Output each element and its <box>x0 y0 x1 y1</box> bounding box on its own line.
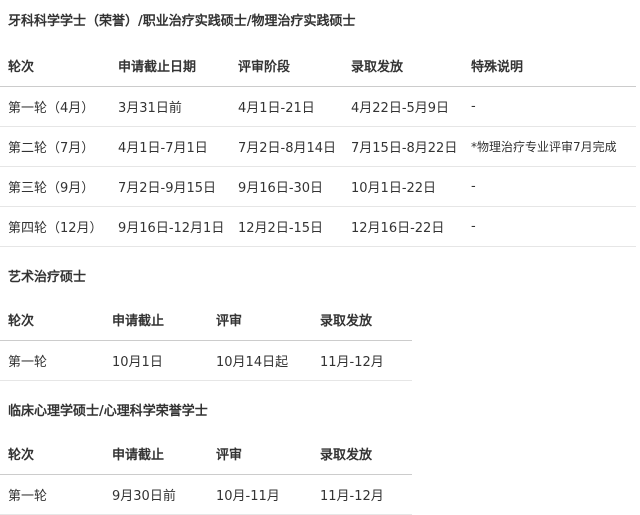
header-offer: 录取发放 <box>312 298 412 341</box>
cell-deadline: 7月2日-9月15日 <box>110 166 230 207</box>
cell-deadline: 10月1日 <box>104 340 208 381</box>
cell-deadline: 9月30日前 <box>104 474 208 515</box>
cell-offer: 11月-12月 <box>312 474 412 515</box>
header-deadline: 申请截止 <box>104 432 208 475</box>
section-title-clinical-psychology: 临床心理学硕士/心理科学荣誉学士 <box>8 404 208 419</box>
header-review: 评审 <box>208 298 312 341</box>
table-row: 第二轮（7月） 4月1日-7月1日 7月2日-8月14日 7月15日-8月22日… <box>0 126 636 167</box>
section-title-art-therapy: 艺术治疗硕士 <box>8 270 87 285</box>
cell-review: 10月-11月 <box>208 474 312 515</box>
cell-note: - <box>463 86 636 127</box>
cell-note: *物理治疗专业评审7月完成 <box>463 126 636 167</box>
header-round: 轮次 <box>0 44 110 87</box>
cell-offer: 12月16日-22日 <box>343 206 463 247</box>
cell-review: 7月2日-8月14日 <box>230 126 343 167</box>
cell-review: 12月2日-15日 <box>230 206 343 247</box>
admission-table-clinical-psychology: 轮次 申请截止 评审 录取发放 第一轮 9月30日前 10月-11月 11月-1… <box>0 432 412 515</box>
table-header-row: 轮次 申请截止日期 评审阶段 录取发放 特殊说明 <box>0 44 636 87</box>
cell-round: 第三轮（9月） <box>0 166 110 207</box>
table-row: 第一轮 9月30日前 10月-11月 11月-12月 <box>0 474 412 515</box>
cell-review: 4月1日-21日 <box>230 86 343 127</box>
cell-note: - <box>463 166 636 207</box>
header-review: 评审 <box>208 432 312 475</box>
table-row: 第一轮（4月） 3月31日前 4月1日-21日 4月22日-5月9日 - <box>0 86 636 127</box>
header-round: 轮次 <box>0 432 104 475</box>
table-row: 第三轮（9月） 7月2日-9月15日 9月16日-30日 10月1日-22日 - <box>0 166 636 207</box>
header-deadline: 申请截止日期 <box>110 44 230 87</box>
cell-deadline: 3月31日前 <box>110 86 230 127</box>
header-offer: 录取发放 <box>343 44 463 87</box>
table-row: 第四轮（12月） 9月16日-12月1日 12月2日-15日 12月16日-22… <box>0 206 636 247</box>
admission-table-art-therapy: 轮次 申请截止 评审 录取发放 第一轮 10月1日 10月14日起 11月-12… <box>0 298 412 381</box>
header-offer: 录取发放 <box>312 432 412 475</box>
cell-offer: 11月-12月 <box>312 340 412 381</box>
cell-review: 9月16日-30日 <box>230 166 343 207</box>
header-note: 特殊说明 <box>463 44 636 87</box>
table-row: 第一轮 10月1日 10月14日起 11月-12月 <box>0 340 412 381</box>
header-review: 评审阶段 <box>230 44 343 87</box>
cell-round: 第一轮 <box>0 340 104 381</box>
cell-offer: 10月1日-22日 <box>343 166 463 207</box>
section-title-dental: 牙科科学学士（荣誉）/职业治疗实践硕士/物理治疗实践硕士 <box>8 14 356 29</box>
cell-offer: 4月22日-5月9日 <box>343 86 463 127</box>
table-header-row: 轮次 申请截止 评审 录取发放 <box>0 298 412 341</box>
cell-note: - <box>463 206 636 247</box>
cell-round: 第二轮（7月） <box>0 126 110 167</box>
cell-round: 第一轮（4月） <box>0 86 110 127</box>
cell-deadline: 4月1日-7月1日 <box>110 126 230 167</box>
cell-review: 10月14日起 <box>208 340 312 381</box>
cell-deadline: 9月16日-12月1日 <box>110 206 230 247</box>
admission-table-dental: 轮次 申请截止日期 评审阶段 录取发放 特殊说明 第一轮（4月） 3月31日前 … <box>0 44 636 247</box>
cell-round: 第四轮（12月） <box>0 206 110 247</box>
cell-offer: 7月15日-8月22日 <box>343 126 463 167</box>
header-round: 轮次 <box>0 298 104 341</box>
header-deadline: 申请截止 <box>104 298 208 341</box>
table-header-row: 轮次 申请截止 评审 录取发放 <box>0 432 412 475</box>
cell-round: 第一轮 <box>0 474 104 515</box>
